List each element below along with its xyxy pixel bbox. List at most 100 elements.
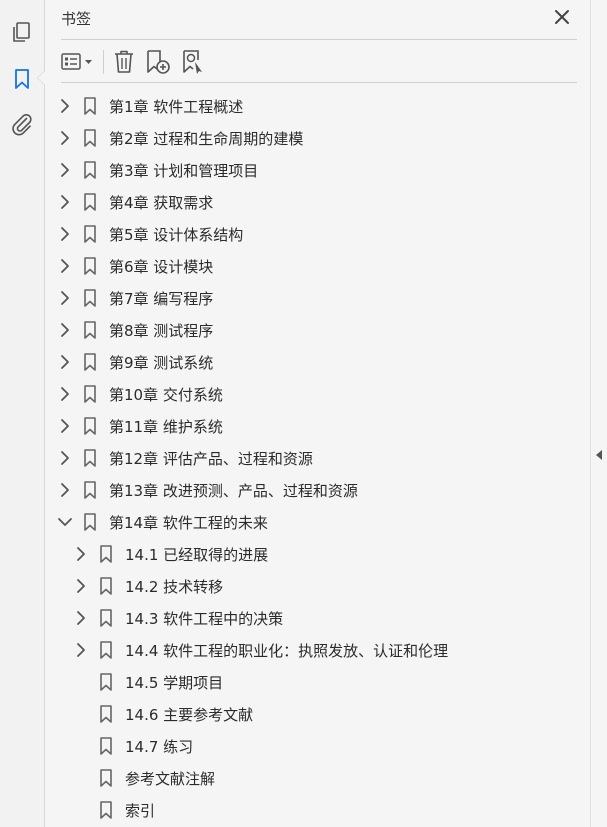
bookmark-item[interactable]: 第13章 改进预测、产品、过程和资源 <box>55 474 358 506</box>
bookmark-label: 第6章 设计模块 <box>109 257 214 276</box>
bookmark-label: 第1章 软件工程概述 <box>109 97 244 116</box>
bookmark-item[interactable]: 第12章 评估产品、过程和资源 <box>55 442 313 474</box>
chevron-right-icon[interactable] <box>55 448 75 468</box>
bookmark-icon <box>97 672 115 692</box>
bookmark-icon <box>97 576 115 596</box>
options-menu-button[interactable] <box>59 48 97 76</box>
bookmark-item[interactable]: 14.1 已经取得的进展 <box>71 538 268 570</box>
toolbar-bottom-divider <box>61 82 577 83</box>
chevron-right-icon[interactable] <box>55 192 75 212</box>
bookmark-item[interactable]: 第1章 软件工程概述 <box>55 90 243 122</box>
right-collapse-strip <box>590 0 607 827</box>
toolbar-divider <box>103 50 104 74</box>
chevron-right-icon[interactable] <box>71 640 91 660</box>
chevron-down-icon[interactable] <box>55 512 75 532</box>
active-tab-pointer <box>37 70 45 86</box>
chevron-right-icon[interactable] <box>55 288 75 308</box>
bookmark-icon <box>81 320 99 340</box>
collapse-panel-arrow-icon[interactable] <box>596 450 602 460</box>
chevron-right-icon[interactable] <box>55 416 75 436</box>
bookmark-label: 第2章 过程和生命周期的建模 <box>109 129 304 148</box>
bookmark-label: 第13章 改进预测、产品、过程和资源 <box>109 481 358 500</box>
bookmark-icon <box>81 288 99 308</box>
bookmark-label: 第5章 设计体系结构 <box>109 225 244 244</box>
chevron-right-icon[interactable] <box>55 160 75 180</box>
chevron-right-icon[interactable] <box>71 608 91 628</box>
bookmark-label: 第12章 评估产品、过程和资源 <box>109 449 313 468</box>
bookmark-item[interactable]: 14.2 技术转移 <box>71 570 223 602</box>
bookmark-icon <box>97 704 115 724</box>
bookmark-label: 14.4 软件工程的职业化：执照发放、认证和伦理 <box>125 641 449 660</box>
bookmark-label: 第10章 交付系统 <box>109 385 223 404</box>
new-bookmark-icon[interactable] <box>144 48 172 76</box>
pages-icon[interactable] <box>10 20 34 44</box>
bookmark-label: 第8章 测试程序 <box>109 321 214 340</box>
bookmark-item[interactable]: 第6章 设计模块 <box>55 250 213 282</box>
bookmark-icon <box>81 224 99 244</box>
bookmark-item[interactable]: 第11章 维护系统 <box>55 410 223 442</box>
trash-icon[interactable] <box>111 48 137 76</box>
bookmark-icon <box>97 768 115 788</box>
bookmark-label: 14.2 技术转移 <box>125 577 224 596</box>
bookmark-item[interactable]: 参考文献注解 <box>71 762 215 794</box>
bookmark-label: 第9章 测试系统 <box>109 353 214 372</box>
bookmark-item[interactable]: 第10章 交付系统 <box>55 378 223 410</box>
chevron-right-icon[interactable] <box>71 544 91 564</box>
paperclip-icon[interactable] <box>10 112 34 136</box>
bookmark-item[interactable]: 14.7 练习 <box>71 730 193 762</box>
bookmark-icon <box>81 512 99 532</box>
chevron-right-icon[interactable] <box>55 320 75 340</box>
bookmark-item[interactable]: 第4章 获取需求 <box>55 186 213 218</box>
bookmark-item[interactable]: 14.6 主要参考文献 <box>71 698 253 730</box>
chevron-right-icon[interactable] <box>55 128 75 148</box>
chevron-right-icon[interactable] <box>71 576 91 596</box>
bookmark-icon <box>81 416 99 436</box>
bookmark-item[interactable]: 第14章 软件工程的未来 <box>55 506 268 538</box>
bookmark-label: 14.5 学期项目 <box>125 673 224 692</box>
bookmark-icon[interactable] <box>10 67 34 91</box>
bookmark-label: 索引 <box>125 801 156 820</box>
bookmark-item[interactable]: 14.3 软件工程中的决策 <box>71 602 283 634</box>
bookmark-label: 第3章 计划和管理项目 <box>109 161 259 180</box>
bookmark-item[interactable]: 第7章 编写程序 <box>55 282 213 314</box>
bookmark-item[interactable]: 第2章 过程和生命周期的建模 <box>55 122 303 154</box>
chevron-right-icon[interactable] <box>55 96 75 116</box>
header-divider <box>61 39 577 40</box>
bookmark-item[interactable]: 第9章 测试系统 <box>55 346 213 378</box>
bookmark-item[interactable]: 第5章 设计体系结构 <box>55 218 243 250</box>
bookmark-icon <box>81 192 99 212</box>
chevron-right-icon[interactable] <box>55 256 75 276</box>
find-bookmark-icon[interactable] <box>180 48 208 76</box>
bookmark-item[interactable]: 索引 <box>71 794 155 826</box>
bookmark-label: 第7章 编写程序 <box>109 289 214 308</box>
bookmark-label: 第14章 软件工程的未来 <box>109 513 268 532</box>
bookmark-icon <box>81 160 99 180</box>
bookmark-icon <box>81 352 99 372</box>
bookmark-icon <box>81 448 99 468</box>
bookmark-label: 14.6 主要参考文献 <box>125 705 254 724</box>
bookmarks-panel: 书签 第1章 软件工程概述 第2章 过程和生命周期的建模 第3章 计划和管理项目… <box>45 0 590 827</box>
bookmark-item[interactable]: 第8章 测试程序 <box>55 314 213 346</box>
chevron-right-icon[interactable] <box>55 224 75 244</box>
close-icon[interactable] <box>553 8 571 26</box>
bookmark-item[interactable]: 第3章 计划和管理项目 <box>55 154 258 186</box>
bookmark-label: 14.7 练习 <box>125 737 194 756</box>
chevron-right-icon[interactable] <box>55 352 75 372</box>
chevron-right-icon[interactable] <box>55 480 75 500</box>
bookmark-icon <box>97 640 115 660</box>
left-nav-bar <box>0 0 45 827</box>
bookmark-icon <box>97 544 115 564</box>
bookmark-icon <box>81 256 99 276</box>
bookmark-item[interactable]: 14.5 学期项目 <box>71 666 223 698</box>
bookmark-label: 参考文献注解 <box>125 769 216 788</box>
bookmark-label: 第4章 获取需求 <box>109 193 214 212</box>
chevron-right-icon[interactable] <box>55 384 75 404</box>
bookmark-label: 第11章 维护系统 <box>109 417 223 436</box>
bookmark-item[interactable]: 14.4 软件工程的职业化：执照发放、认证和伦理 <box>71 634 448 666</box>
panel-title: 书签 <box>61 10 92 28</box>
